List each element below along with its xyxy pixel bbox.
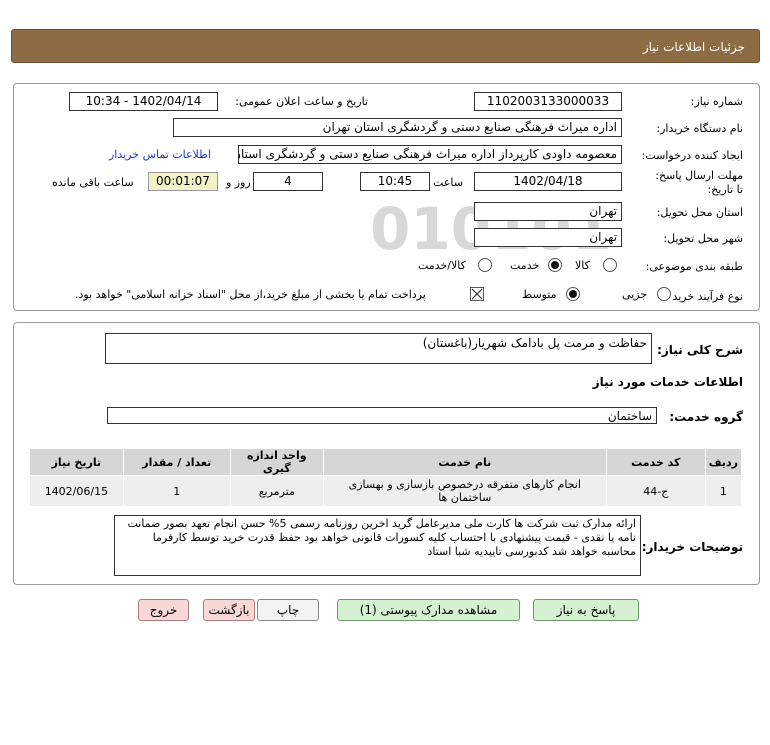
category-label: طبقه بندی موضوعی: (645, 260, 743, 273)
need-number-field: 1102003133000033 (474, 92, 622, 111)
delivery-city-field: تهران (474, 228, 622, 247)
category-goods-service-label: کالا/خدمت (418, 259, 466, 272)
col-quantity: تعداد / مقدار (122, 448, 231, 476)
exit-button[interactable]: خروج (138, 599, 189, 621)
cell-row-number: 1 (704, 475, 743, 507)
buyer-notes-text: ارائه مدارک ثبت شرکت ها کارت ملی مدیرعام… (127, 517, 636, 558)
buyer-org-field: اداره میراث فرهنگی صنایع دستی و گردشگری … (173, 118, 622, 137)
requester-field: معصومه داودی کارپرداز اداره میراث فرهنگی… (238, 145, 622, 164)
reply-button[interactable]: پاسخ به نیاز (533, 599, 639, 621)
back-button[interactable]: بازگشت (203, 599, 255, 621)
cell-service-name: انجام کارهای متفرقه درخصوص بازسازی و بهس… (322, 475, 607, 507)
services-info-heading: اطلاعات خدمات مورد نیاز (592, 375, 743, 389)
treasury-payment-note: پرداخت تمام یا بخشی از مبلغ خرید،از محل … (75, 288, 426, 301)
category-service-label: خدمت (510, 259, 540, 272)
category-service-radio[interactable] (548, 258, 562, 272)
cell-service-code: ج-44 (605, 475, 706, 507)
col-service-code: کد خدمت (605, 448, 706, 476)
remaining-label: ساعت باقی مانده (52, 176, 134, 189)
remaining-time-field: 00:01:07 (148, 172, 218, 191)
delivery-city-label: شهر محل تحویل: (663, 232, 743, 245)
attachments-button[interactable]: مشاهده مدارک پیوستی (1) (337, 599, 520, 621)
process-minor-label: جزیی (622, 288, 648, 301)
col-unit: واحد اندازه گیری (229, 448, 324, 476)
process-medium-label: متوسط (522, 288, 557, 301)
col-service-name: نام خدمت (322, 448, 607, 476)
page-header: جزئیات اطلاعات نیاز (11, 29, 760, 63)
need-summary-text: حفاظت و مرمت پل بادامک شهریار(باغستان) (422, 336, 647, 350)
cross-mark-icon (471, 288, 483, 300)
services-table: ردیف کد خدمت نام خدمت واحد اندازه گیری ت… (29, 448, 743, 507)
process-minor-radio[interactable] (657, 287, 671, 301)
buyer-contact-link[interactable]: اطلاعات تماس خریدار (109, 148, 211, 161)
need-summary-field: حفاظت و مرمت پل بادامک شهریار(باغستان) (105, 333, 652, 364)
treasury-payment-checkbox[interactable] (470, 287, 484, 301)
category-goods-radio[interactable] (603, 258, 617, 272)
deadline-date-field: 1402/04/18 (474, 172, 622, 191)
deadline-time-field: 10:45 (360, 172, 430, 191)
buyer-notes-label: توضیحات خریدار: (641, 540, 743, 554)
category-goods-label: کالا (575, 259, 590, 272)
col-row-number: ردیف (704, 448, 743, 476)
table-row: 1 ج-44 انجام کارهای متفرقه درخصوص بازساز… (29, 475, 743, 507)
cell-need-date: 1402/06/15 (29, 475, 124, 507)
announce-datetime-label: تاریخ و ساعت اعلان عمومی: (235, 95, 368, 108)
deadline-time-label: ساعت (433, 176, 463, 189)
table-header-row: ردیف کد خدمت نام خدمت واحد اندازه گیری ت… (29, 448, 743, 476)
days-field: 4 (253, 172, 323, 191)
print-button[interactable]: چاپ (257, 599, 319, 621)
process-type-label: نوع فرآیند خرید : (665, 290, 743, 303)
buyer-notes-field: ارائه مدارک ثبت شرکت ها کارت ملی مدیرعام… (114, 515, 641, 576)
category-goods-service-radio[interactable] (478, 258, 492, 272)
need-summary-label: شرح کلی نیاز: (657, 343, 743, 357)
page-title: جزئیات اطلاعات نیاز (642, 40, 745, 54)
service-group-field: ساختمان (107, 407, 657, 424)
day-and-label: روز و (226, 176, 251, 189)
process-medium-radio[interactable] (566, 287, 580, 301)
requester-label: ایجاد کننده درخواست: (641, 149, 743, 162)
buyer-org-label: نام دستگاه خریدار: (656, 122, 743, 135)
need-number-label: شماره نیاز: (690, 95, 743, 108)
delivery-province-label: استان محل تحویل: (656, 206, 743, 219)
col-need-date: تاریخ نیاز (29, 448, 124, 476)
deadline-label: مهلت ارسال پاسخ: تا تاریخ: (655, 169, 743, 196)
delivery-province-field: تهران (474, 202, 622, 221)
cell-unit: مترمربع (229, 475, 324, 507)
service-group-label: گروه خدمت: (669, 410, 743, 424)
announce-datetime-field: 1402/04/14 - 10:34 (69, 92, 218, 111)
cell-quantity: 1 (122, 475, 231, 507)
